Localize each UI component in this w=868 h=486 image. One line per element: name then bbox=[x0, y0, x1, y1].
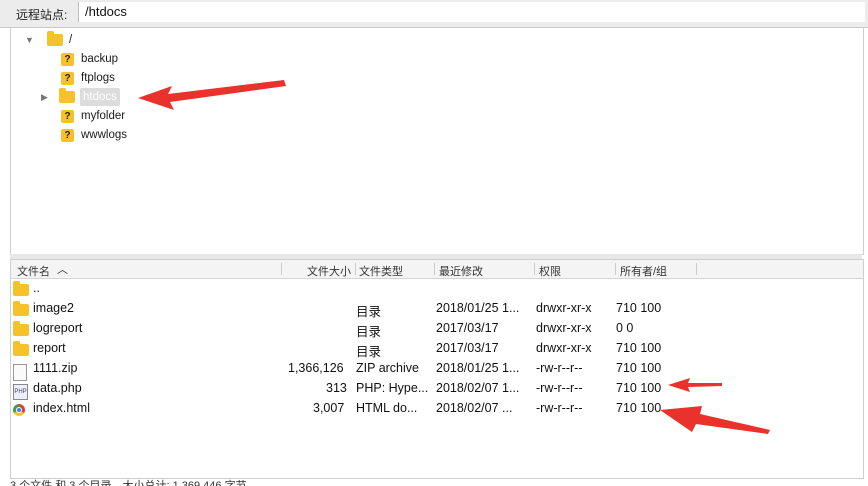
file-owner: 710 100 bbox=[616, 301, 662, 315]
file-type: HTML do... bbox=[356, 401, 418, 415]
tree-item-backup[interactable]: ? backup bbox=[61, 50, 118, 68]
unknown-folder-icon: ? bbox=[61, 52, 74, 66]
remote-directory-tree: ▼ / ? backup ? ftplogs ▶ htdocs ? myfold… bbox=[10, 28, 864, 255]
chrome-html-icon bbox=[13, 404, 25, 416]
column-header-permissions[interactable]: 权限 bbox=[539, 263, 561, 279]
file-type: ZIP archive bbox=[356, 361, 419, 375]
file-owner: 710 100 bbox=[616, 341, 662, 355]
folder-icon bbox=[13, 341, 29, 356]
tree-item-wwwlogs[interactable]: ? wwwlogs bbox=[61, 126, 127, 144]
file-name: index.html bbox=[33, 401, 90, 415]
folder-icon bbox=[13, 301, 29, 316]
file-modified: 2017/03/17 bbox=[436, 321, 499, 335]
file-type: PHP: Hype... bbox=[356, 381, 429, 395]
unknown-folder-icon: ? bbox=[61, 71, 74, 85]
file-modified: 2018/02/07 ... bbox=[436, 401, 513, 415]
file-owner: 710 100 bbox=[616, 361, 662, 375]
column-header-modified[interactable]: 最近修改 bbox=[439, 263, 483, 279]
file-owner: 0 0 bbox=[616, 321, 634, 335]
status-bar: 3 个文件 和 3 个目录。大小总计: 1,369,446 字节 bbox=[10, 480, 247, 486]
expanded-triangle-icon[interactable]: ▼ bbox=[25, 31, 37, 49]
file-name: logreport bbox=[33, 321, 83, 335]
folder-icon bbox=[13, 281, 29, 296]
folder-icon bbox=[59, 88, 75, 103]
tree-item-htdocs[interactable]: ▶ htdocs bbox=[41, 88, 120, 106]
file-size: 313 bbox=[326, 381, 347, 395]
folder-icon bbox=[47, 31, 63, 46]
tree-item-label: ftplogs bbox=[81, 72, 115, 84]
file-size: 1,366,126 bbox=[288, 361, 344, 375]
column-header-size[interactable]: 文件大小 bbox=[307, 263, 351, 279]
tree-root[interactable]: ▼ / bbox=[25, 31, 72, 49]
remote-file-list: 文件名 ︿ 文件大小 文件类型 最近修改 权限 所有者/组 .. image2 … bbox=[10, 259, 864, 479]
unknown-folder-icon: ? bbox=[61, 109, 74, 123]
file-size: 3,007 bbox=[313, 401, 345, 415]
file-owner: 710 100 bbox=[616, 381, 662, 395]
file-row-parent[interactable]: .. bbox=[11, 278, 863, 298]
tree-root-label: / bbox=[69, 34, 73, 46]
column-header-owner[interactable]: 所有者/组 bbox=[620, 263, 667, 279]
remote-site-bar: 远程站点: /htdocs bbox=[0, 0, 868, 28]
tree-item-label: htdocs bbox=[80, 88, 120, 106]
file-permissions: -rw-r--r-- bbox=[536, 361, 583, 375]
file-list-header: 文件名 ︿ 文件大小 文件类型 最近修改 权限 所有者/组 bbox=[11, 260, 863, 279]
file-row-1111-zip[interactable]: 1111.zip 1,366,126 ZIP archive 2018/01/2… bbox=[11, 358, 863, 381]
remote-site-label: 远程站点: bbox=[16, 8, 68, 22]
file-permissions: drwxr-xr-x bbox=[536, 321, 592, 335]
column-header-type[interactable]: 文件类型 bbox=[359, 263, 403, 279]
tree-item-ftplogs[interactable]: ? ftplogs bbox=[61, 69, 115, 87]
file-permissions: drwxr-xr-x bbox=[536, 341, 592, 355]
remote-path-input[interactable]: /htdocs bbox=[78, 2, 865, 22]
file-modified: 2018/02/07 1... bbox=[436, 381, 520, 395]
file-permissions: drwxr-xr-x bbox=[536, 301, 592, 315]
file-name: .. bbox=[33, 281, 40, 295]
unknown-folder-icon: ? bbox=[61, 128, 74, 142]
tree-item-label: backup bbox=[81, 53, 119, 65]
tree-item-myfolder[interactable]: ? myfolder bbox=[61, 107, 125, 125]
file-modified: 2017/03/17 bbox=[436, 341, 499, 355]
file-row-logreport[interactable]: logreport 目录 2017/03/17 drwxr-xr-x 0 0 bbox=[11, 318, 863, 339]
file-row-image2[interactable]: image2 目录 2018/01/25 1... drwxr-xr-x 710… bbox=[11, 298, 863, 319]
tree-item-label: myfolder bbox=[81, 110, 126, 122]
file-permissions: -rw-r--r-- bbox=[536, 401, 583, 415]
tree-item-label: wwwlogs bbox=[81, 129, 128, 141]
sort-ascending-icon[interactable]: ︿ bbox=[57, 261, 68, 277]
file-owner: 710 100 bbox=[616, 401, 662, 415]
file-modified: 2018/01/25 1... bbox=[436, 361, 520, 375]
file-modified: 2018/01/25 1... bbox=[436, 301, 520, 315]
column-header-name[interactable]: 文件名 bbox=[17, 263, 50, 279]
collapsed-triangle-icon[interactable]: ▶ bbox=[41, 88, 53, 106]
file-row-index-html[interactable]: index.html 3,007 HTML do... 2018/02/07 .… bbox=[11, 398, 863, 418]
file-row-report[interactable]: report 目录 2017/03/17 drwxr-xr-x 710 100 bbox=[11, 338, 863, 359]
file-name: report bbox=[33, 341, 66, 355]
file-name: 1111.zip bbox=[33, 361, 78, 375]
folder-icon bbox=[13, 321, 29, 336]
file-name: image2 bbox=[33, 301, 74, 315]
file-name: data.php bbox=[33, 381, 82, 395]
file-permissions: -rw-r--r-- bbox=[536, 381, 583, 395]
file-row-data-php[interactable]: PHP data.php 313 PHP: Hype... 2018/02/07… bbox=[11, 378, 863, 400]
